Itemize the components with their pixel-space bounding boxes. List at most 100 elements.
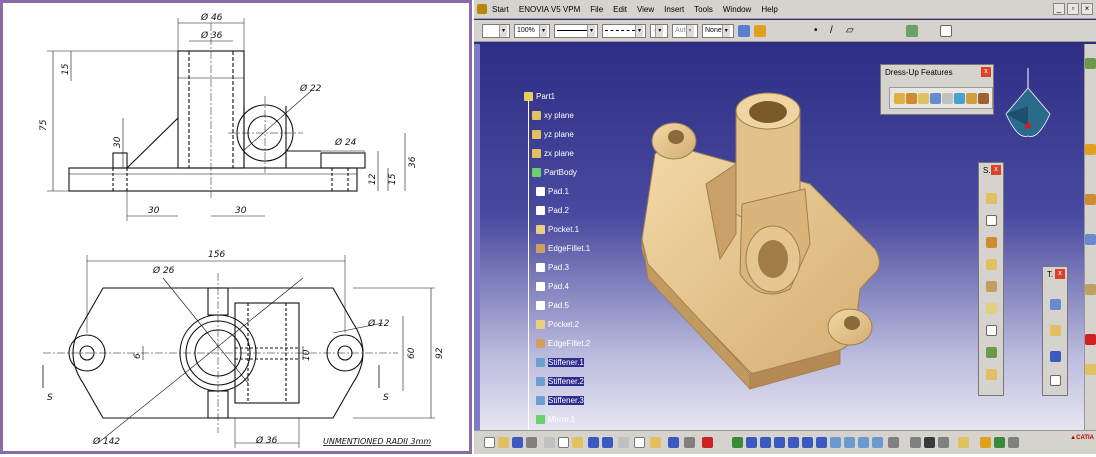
zoom-in-icon[interactable] bbox=[788, 437, 799, 448]
fit-all-icon[interactable] bbox=[746, 437, 757, 448]
variable-fillet-icon[interactable] bbox=[906, 93, 917, 104]
menu-help[interactable]: Help bbox=[756, 5, 782, 14]
pocket-tool-icon[interactable] bbox=[986, 215, 997, 226]
catia-app-icon[interactable] bbox=[477, 4, 487, 14]
dressup-close-button[interactable]: x bbox=[981, 67, 991, 77]
pad-tool-icon[interactable] bbox=[986, 193, 997, 204]
transformation-close-button[interactable]: x bbox=[1055, 269, 1065, 279]
draft-icon[interactable] bbox=[930, 93, 941, 104]
tree-item[interactable]: yz plane bbox=[532, 130, 574, 139]
menu-tools[interactable]: Tools bbox=[689, 5, 718, 14]
shell-icon[interactable] bbox=[942, 93, 953, 104]
tree-item[interactable]: xy plane bbox=[532, 111, 574, 120]
fly-mode-icon[interactable] bbox=[732, 437, 743, 448]
paste-icon[interactable] bbox=[572, 437, 583, 448]
select-icon[interactable] bbox=[702, 437, 713, 448]
thickness-combo[interactable]: ▾ bbox=[602, 23, 646, 38]
formula-icon[interactable] bbox=[634, 437, 645, 448]
sketcher-icon[interactable] bbox=[1085, 144, 1096, 155]
layer-combo[interactable]: None ▾ bbox=[702, 23, 734, 38]
redo-icon[interactable] bbox=[602, 437, 613, 448]
tree-item[interactable]: zx plane bbox=[532, 149, 574, 158]
3d-viewport[interactable]: Part1 xy plane yz plane zx plane PartBody Pad… bbox=[480, 44, 1084, 454]
open-icon[interactable] bbox=[498, 437, 509, 448]
chamfer-icon[interactable] bbox=[918, 93, 929, 104]
menu-window[interactable]: Window bbox=[718, 5, 756, 14]
layers-icon[interactable] bbox=[906, 24, 918, 37]
sectioning-icon[interactable] bbox=[924, 437, 935, 448]
tree-item[interactable]: Pad.3 bbox=[536, 263, 569, 272]
tree-item[interactable]: Stiffener.1 bbox=[536, 358, 584, 367]
cut-icon[interactable] bbox=[544, 437, 555, 448]
workbench-bottom-icon[interactable] bbox=[684, 437, 695, 448]
rib-tool-icon[interactable] bbox=[986, 303, 997, 314]
plane-tool-icon[interactable]: ▱ bbox=[846, 25, 858, 37]
point-strip-icon[interactable] bbox=[1085, 234, 1096, 245]
transparency-combo[interactable]: 100% ▾ bbox=[514, 23, 550, 38]
tree-item[interactable]: EdgeFillet.1 bbox=[536, 244, 590, 253]
translate-tool-icon[interactable] bbox=[1050, 299, 1061, 310]
analysis-icon[interactable] bbox=[980, 437, 991, 448]
stiffener-tool-icon[interactable] bbox=[986, 347, 997, 358]
tree-item[interactable]: PartBody bbox=[532, 168, 577, 177]
tree-item[interactable]: Stiffener.2 bbox=[536, 377, 584, 386]
tree-item[interactable]: Pad.4 bbox=[536, 282, 569, 291]
catalog-icon[interactable] bbox=[668, 437, 679, 448]
shading-icon[interactable] bbox=[844, 437, 855, 448]
menu-enovia[interactable]: ENOVIA V5 VPM bbox=[514, 5, 585, 14]
tree-item[interactable]: Pocket.2 bbox=[536, 320, 579, 329]
new-icon[interactable] bbox=[484, 437, 495, 448]
restore-button[interactable]: ▫ bbox=[1067, 3, 1079, 15]
multi-view-icon[interactable] bbox=[910, 437, 921, 448]
menu-view[interactable]: View bbox=[632, 5, 659, 14]
rotate-icon[interactable] bbox=[774, 437, 785, 448]
menu-edit[interactable]: Edit bbox=[608, 5, 632, 14]
swap-visible-icon[interactable] bbox=[872, 437, 883, 448]
tree-item[interactable]: EdgeFillet.2 bbox=[536, 339, 590, 348]
sketch-icon[interactable] bbox=[940, 24, 952, 37]
apply-material-icon[interactable] bbox=[1085, 334, 1096, 345]
close-window-button[interactable]: × bbox=[1081, 3, 1093, 15]
menu-insert[interactable]: Insert bbox=[659, 5, 689, 14]
measure-item-icon[interactable] bbox=[938, 437, 949, 448]
groove-tool-icon[interactable] bbox=[986, 259, 997, 270]
dot-icon[interactable]: • bbox=[814, 25, 826, 37]
painter-icon[interactable] bbox=[738, 24, 750, 37]
scale-tool-icon[interactable] bbox=[1050, 375, 1061, 386]
plane-strip-icon[interactable] bbox=[1085, 194, 1096, 205]
save-icon[interactable] bbox=[512, 437, 523, 448]
point-combo[interactable]: · ▾ bbox=[650, 23, 668, 38]
shaft-tool-icon[interactable] bbox=[986, 237, 997, 248]
tree-item[interactable]: Mirror.1 bbox=[536, 415, 575, 424]
sketch-based-close-button[interactable]: x bbox=[991, 165, 1001, 175]
linetype-combo[interactable]: ▾ bbox=[554, 23, 598, 38]
measure-strip-icon[interactable] bbox=[1085, 284, 1096, 295]
3d-axis-icon[interactable] bbox=[994, 437, 1005, 448]
pattern-tool-icon[interactable] bbox=[1050, 351, 1061, 362]
thread-icon[interactable] bbox=[966, 93, 977, 104]
measure-icon[interactable] bbox=[888, 437, 899, 448]
line-icon[interactable]: / bbox=[830, 25, 842, 37]
edge-fillet-icon[interactable] bbox=[894, 93, 905, 104]
grid-icon[interactable] bbox=[1008, 437, 1019, 448]
minimize-button[interactable]: _ bbox=[1053, 3, 1065, 15]
menu-file[interactable]: File bbox=[585, 5, 608, 14]
knowledge-icon[interactable] bbox=[650, 437, 661, 448]
slot-tool-icon[interactable] bbox=[986, 325, 997, 336]
analysis-strip-icon[interactable] bbox=[1085, 364, 1096, 375]
thickness-icon[interactable] bbox=[954, 93, 965, 104]
print-icon[interactable] bbox=[526, 437, 537, 448]
mirror-tool-icon[interactable] bbox=[1050, 325, 1061, 336]
copy-icon[interactable] bbox=[558, 437, 569, 448]
hide-show-icon[interactable] bbox=[858, 437, 869, 448]
tree-item[interactable]: Pocket.1 bbox=[536, 225, 579, 234]
normal-view-icon[interactable] bbox=[816, 437, 827, 448]
hole-tool-icon[interactable] bbox=[986, 281, 997, 292]
iso-view-icon[interactable] bbox=[830, 437, 841, 448]
loft-tool-icon[interactable] bbox=[986, 369, 997, 380]
whats-this-icon[interactable] bbox=[618, 437, 629, 448]
pan-icon[interactable] bbox=[760, 437, 771, 448]
remove-face-icon[interactable] bbox=[978, 93, 989, 104]
undo-icon[interactable] bbox=[588, 437, 599, 448]
tree-item[interactable]: Pad.2 bbox=[536, 206, 569, 215]
